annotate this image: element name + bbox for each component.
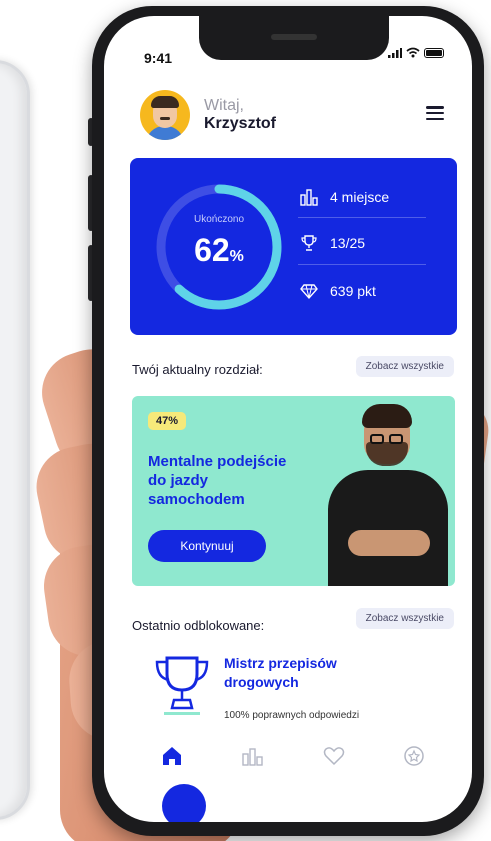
instructor-beard: [366, 442, 408, 466]
see-all-achievements-button[interactable]: Zobacz wszystkie: [355, 608, 454, 629]
avatar-body: [146, 126, 184, 140]
progress-value: 62%: [152, 232, 286, 269]
notch-speaker: [271, 34, 317, 40]
ranking-icon: [300, 189, 318, 206]
heart-icon[interactable]: [322, 744, 346, 768]
signal-icon: [388, 47, 402, 58]
stat-trophies: 13/25: [300, 234, 365, 252]
menu-line: [426, 117, 444, 120]
instructor-hair: [362, 404, 412, 428]
status-time: 9:41: [144, 50, 173, 66]
current-chapter-card[interactable]: 47% Mentalne podejście do jazdy samochod…: [132, 396, 455, 586]
instructor-glasses: [370, 434, 384, 444]
progress-unit: %: [229, 248, 244, 265]
stat-divider: [298, 264, 426, 265]
avatar-mustache: [160, 117, 170, 120]
trophy-icon: [155, 656, 209, 715]
instructor-body: [328, 470, 448, 586]
recently-unlocked-heading: Ostatnio odblokowane:: [132, 618, 265, 633]
menu-line: [426, 106, 444, 109]
avatar-hair: [151, 96, 179, 108]
phone-screen: 9:41 Witaj, Krzysztof Ukończono 62% 4 mi…: [104, 16, 472, 822]
stat-divider: [298, 217, 426, 218]
continue-button[interactable]: Kontynuuj: [148, 530, 266, 562]
stats-card: Ukończono 62% 4 miejsce 13/25 639 pkt: [130, 158, 457, 335]
menu-line: [426, 111, 444, 115]
stat-rank-value: 4 miejsce: [330, 189, 390, 205]
instructor-image: [322, 404, 452, 586]
instructor-glasses: [389, 434, 403, 444]
see-all-chapters-button[interactable]: Zobacz wszystkie: [355, 356, 454, 377]
achievement-item[interactable]: Mistrz przepisów drogowych 100% poprawny…: [132, 644, 455, 724]
stat-rank: 4 miejsce: [300, 188, 389, 206]
app-promo-scene: 9:41 Witaj, Krzysztof Ukończono 62% 4 mi…: [0, 0, 491, 841]
home-icon[interactable]: [160, 744, 184, 768]
diamond-icon: [300, 284, 318, 300]
wifi-icon: [406, 47, 420, 58]
bottom-tab-bar: [104, 736, 472, 776]
floating-action-button[interactable]: [162, 784, 206, 822]
chapter-title: Mentalne podejście do jazdy samochodem: [148, 453, 287, 508]
phone-frame: 9:41 Witaj, Krzysztof Ukończono 62% 4 mi…: [92, 6, 484, 836]
stat-points: 639 pkt: [300, 282, 376, 300]
greeting-block: Witaj, Krzysztof: [140, 90, 276, 140]
star-badge-icon[interactable]: [402, 744, 426, 768]
instructor-hands: [348, 530, 430, 556]
status-icons: [388, 47, 444, 58]
chapter-percent-badge: 47%: [148, 412, 187, 430]
achievement-description: 100% poprawnych odpowiedzi: [224, 710, 360, 721]
trophy-icon: [301, 235, 317, 251]
avatar[interactable]: [140, 90, 190, 140]
progress-label: Ukończono: [193, 214, 245, 225]
ranking-icon[interactable]: [240, 744, 264, 768]
hamburger-menu-icon[interactable]: [426, 106, 444, 120]
battery-icon: [424, 47, 444, 58]
achievement-title: Mistrz przepisów drogowych: [224, 655, 337, 690]
greeting-label: Witaj,: [204, 97, 244, 114]
background-phone: [0, 60, 30, 820]
stat-points-value: 639 pkt: [330, 283, 376, 299]
progress-number: 62: [194, 232, 230, 268]
user-name: Krzysztof: [204, 115, 277, 132]
phone-notch: [199, 16, 389, 60]
stat-trophies-value: 13/25: [330, 235, 366, 251]
greeting-text: Witaj, Krzysztof: [204, 97, 276, 133]
current-chapter-heading: Twój aktualny rozdział:: [132, 362, 263, 377]
